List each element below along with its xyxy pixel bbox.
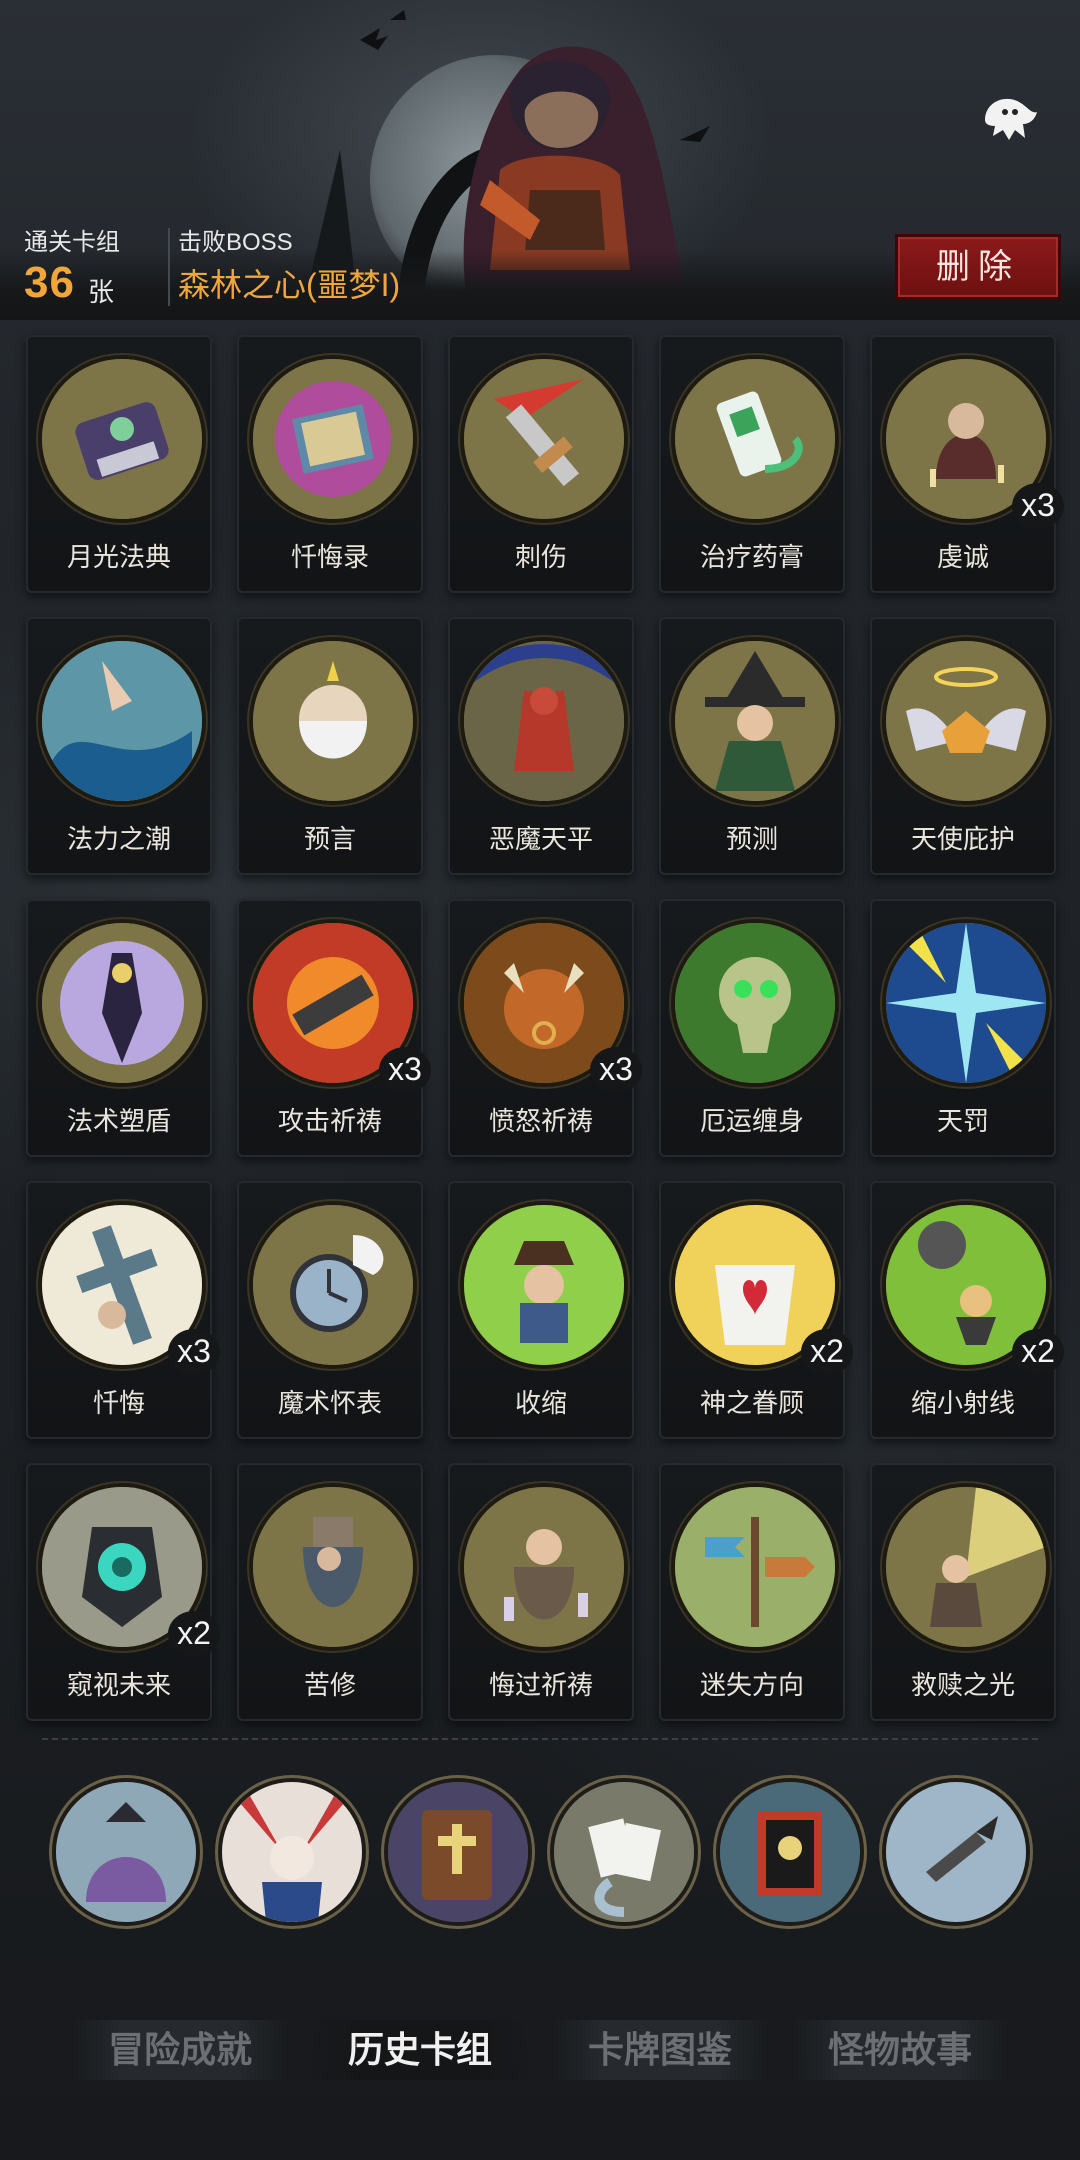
card-tile[interactable]: 忏悔录	[237, 335, 423, 593]
demon-scale-icon	[460, 637, 628, 805]
card-name: 苦修	[303, 1670, 356, 1700]
card-name: 迷失方向	[699, 1670, 804, 1700]
card-name: 天使庇护	[910, 824, 1015, 854]
moonlight-codex-icon	[38, 355, 206, 523]
header: 通关卡组 36 张 击败BOSS 森林之心(噩梦I) 删除	[0, 0, 1080, 320]
card-name: 恶魔天平	[488, 824, 593, 854]
card-name: 忏悔录	[290, 542, 369, 572]
card-tile[interactable]: 悔过祈祷	[448, 1463, 634, 1721]
delete-button[interactable]: 删除	[895, 234, 1061, 300]
card-tile[interactable]: 刺伤	[448, 335, 634, 593]
deck-label: 通关卡组	[24, 229, 120, 256]
card-name: 缩小射线	[910, 1388, 1015, 1418]
card-tile[interactable]: 月光法典	[26, 335, 212, 593]
card-tile[interactable]: 法力之潮	[26, 617, 212, 875]
card-name: 悔过祈祷	[488, 1670, 593, 1700]
card-tile[interactable]: 天罚	[870, 899, 1056, 1157]
card-name: 救赎之光	[910, 1670, 1015, 1700]
redemption-light-icon	[882, 1483, 1050, 1651]
tentacle-monster-icon[interactable]	[52, 1778, 200, 1926]
ghost-icon[interactable]	[975, 88, 1045, 148]
doom-skull-icon	[671, 919, 839, 1087]
card-name: 厄运缠身	[699, 1106, 804, 1136]
card-count-badge: x3	[379, 1047, 431, 1093]
tab-2[interactable]: 历史卡组	[310, 2020, 530, 2080]
card-name: 法术塑盾	[66, 1106, 171, 1136]
card-tile[interactable]: 预言	[237, 617, 423, 875]
prophecy-elder-icon	[249, 637, 417, 805]
card-tile[interactable]: 治疗药膏	[659, 335, 845, 593]
card-tile[interactable]: 迷失方向	[659, 1463, 845, 1721]
card-tile[interactable]: x2 窥视未来	[26, 1463, 220, 1721]
repentance-prayer-icon	[460, 1483, 628, 1651]
deck-unit: 张	[88, 277, 115, 307]
poker-cards-icon[interactable]	[550, 1778, 698, 1926]
card-tile[interactable]: x3 愤怒祈祷	[448, 899, 642, 1157]
card-tile[interactable]: 魔术怀表	[237, 1181, 423, 1439]
tab-3[interactable]: 卡牌图鉴	[550, 2020, 770, 2080]
card-count-badge: x2	[168, 1611, 220, 1657]
card-name: 窥视未来	[66, 1670, 171, 1700]
magic-pocket-watch-icon	[249, 1201, 417, 1369]
card-name: 魔术怀表	[277, 1388, 382, 1418]
card-tile[interactable]: x3 攻击祈祷	[237, 899, 431, 1157]
shrink-icon	[460, 1201, 628, 1369]
card-name: 攻击祈祷	[277, 1106, 382, 1136]
pirate-card-icon[interactable]	[716, 1778, 864, 1926]
card-tile[interactable]: 法术塑盾	[26, 899, 212, 1157]
witch-prediction-icon	[671, 637, 839, 805]
deck-count: 36	[24, 258, 75, 307]
card-count-badge: x2	[1012, 1329, 1064, 1375]
card-name: 预测	[725, 824, 778, 854]
card-name: 忏悔	[92, 1388, 145, 1418]
card-name: 愤怒祈祷	[488, 1106, 593, 1136]
healing-ointment-icon	[671, 355, 839, 523]
boss-name: 森林之心(噩梦I)	[178, 267, 401, 303]
card-tile[interactable]: x3 忏悔	[26, 1181, 220, 1439]
card-tile[interactable]: 苦修	[237, 1463, 423, 1721]
card-tile[interactable]: 收缩	[448, 1181, 634, 1439]
mana-tide-icon	[38, 637, 206, 805]
divine-punishment-icon	[882, 919, 1050, 1087]
card-name: 治疗药膏	[699, 542, 804, 572]
card-tile[interactable]: 厄运缠身	[659, 899, 845, 1157]
boss-label: 击败BOSS	[178, 229, 293, 256]
card-name: 收缩	[514, 1388, 567, 1418]
header-separator	[168, 228, 170, 306]
card-name: 神之眷顾	[699, 1388, 804, 1418]
lost-signpost-icon	[671, 1483, 839, 1651]
card-count-badge: x2	[801, 1329, 853, 1375]
tab-1[interactable]: 冒险成就	[70, 2020, 290, 2080]
card-tile[interactable]: x2 神之眷顾	[659, 1181, 853, 1439]
spell-shield-icon	[38, 919, 206, 1087]
card-name: 月光法典	[66, 542, 171, 572]
card-tile[interactable]: x3 虔诚	[870, 335, 1064, 593]
section-divider	[42, 1738, 1038, 1740]
card-count-badge: x3	[590, 1047, 642, 1093]
card-count-badge: x3	[1012, 483, 1064, 529]
card-tile[interactable]: 预测	[659, 617, 845, 875]
broken-dagger-icon[interactable]	[882, 1778, 1030, 1926]
bottom-tabs: 冒险成就 历史卡组 卡牌图鉴 怪物故事	[70, 2020, 1010, 2080]
stab-dagger-icon	[460, 355, 628, 523]
card-name: 天罚	[936, 1106, 989, 1136]
card-name: 虔诚	[936, 542, 989, 572]
ascetic-icon	[249, 1483, 417, 1651]
confession-book-icon	[249, 355, 417, 523]
card-tile[interactable]: x2 缩小射线	[870, 1181, 1064, 1439]
card-name: 法力之潮	[66, 824, 171, 854]
card-tile[interactable]: 天使庇护	[870, 617, 1056, 875]
card-tile[interactable]: 恶魔天平	[448, 617, 634, 875]
card-count-badge: x3	[168, 1329, 220, 1375]
tab-4[interactable]: 怪物故事	[790, 2020, 1010, 2080]
card-grid: 月光法典 忏悔录 刺伤 治疗药膏 x3 虔诚法力之潮 预言 恶魔天平 预测 天使庇护法术塑盾 x3 攻…	[26, 335, 1064, 1721]
angel-protection-icon	[882, 637, 1050, 805]
holy-bible-icon[interactable]	[384, 1778, 532, 1926]
bunny-girl-icon[interactable]	[218, 1778, 366, 1926]
card-name: 刺伤	[514, 542, 567, 572]
card-name: 预言	[303, 824, 356, 854]
card-tile[interactable]: 救赎之光	[870, 1463, 1056, 1721]
